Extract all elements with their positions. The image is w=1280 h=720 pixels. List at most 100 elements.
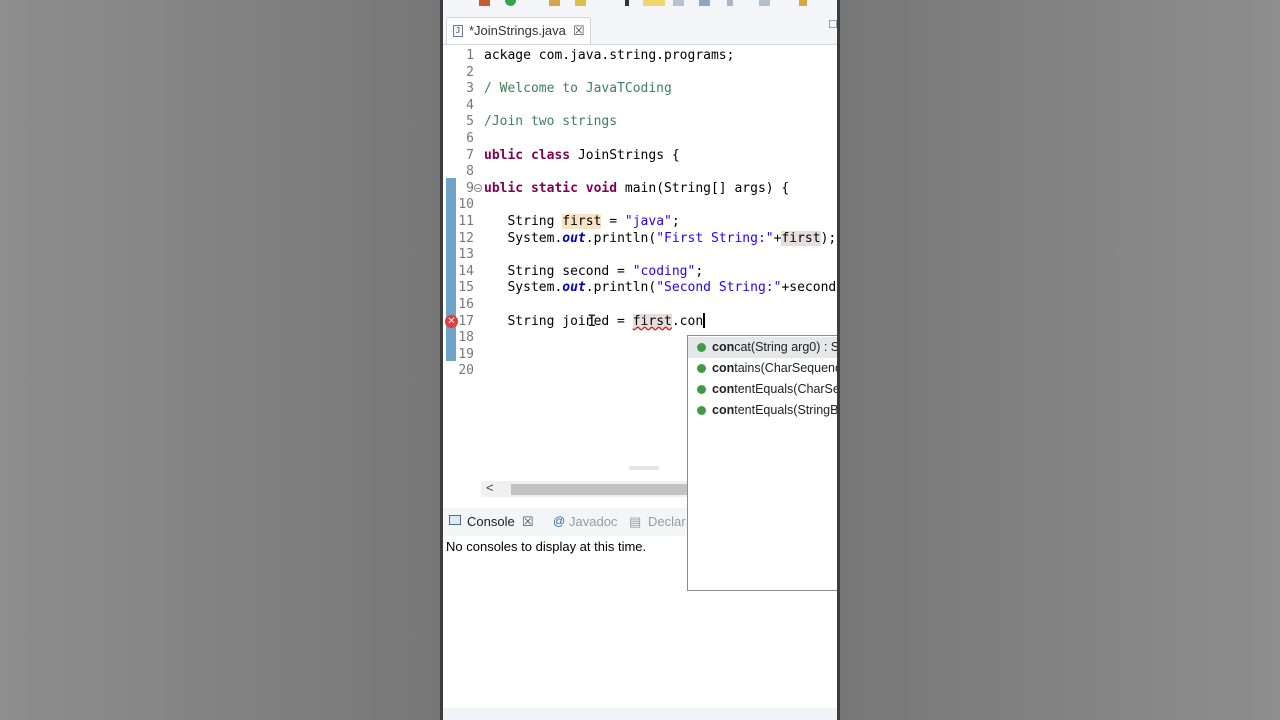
line-number: 7 — [466, 147, 474, 163]
completion-rest: tains(CharSequence — [734, 361, 840, 375]
line-number: 8 — [466, 164, 474, 180]
main-toolbar — [443, 0, 837, 15]
code-text: /Join two strings — [484, 113, 617, 130]
text-caret — [703, 312, 706, 328]
code-token: main(String[] args) { — [624, 180, 790, 196]
tab-joinstrings-java[interactable]: J *JoinStrings.java ☒ — [446, 17, 591, 44]
code-token: .con — [671, 313, 704, 329]
code-line[interactable]: 2 — [443, 64, 837, 81]
close-icon[interactable]: ☒ — [522, 514, 534, 530]
tab-javadoc[interactable]: Javadoc — [569, 514, 617, 529]
line-number: 1 — [466, 48, 474, 63]
code-line[interactable]: 11 String first = "java"; — [443, 213, 837, 230]
line-number: 19 — [458, 346, 474, 362]
code-text: / Welcome to JavaTCoding — [484, 80, 672, 97]
code-line[interactable]: 15 System.out.println("Second String:"+s… — [443, 279, 837, 296]
code-token: out — [562, 280, 586, 296]
completion-match: con — [712, 382, 735, 396]
code-token: JoinStrings { — [577, 147, 680, 163]
minimize-icon[interactable] — [829, 20, 837, 28]
popup-footer: P — [839, 576, 840, 588]
line-number: 16 — [458, 297, 474, 312]
error-icon[interactable]: ✕ — [445, 314, 458, 328]
code-line[interactable]: 7 ublic class JoinStrings { — [443, 147, 837, 164]
line-number: 14 — [458, 263, 474, 279]
code-line[interactable]: 1 ackage com.java.string.programs; — [443, 47, 837, 64]
code-line[interactable]: 13 — [443, 246, 837, 263]
editor-tabbar: J *JoinStrings.java ☒ — [443, 14, 837, 45]
code-text: System.out.println("First String:"+first… — [484, 230, 836, 247]
back-icon[interactable] — [759, 0, 770, 6]
right-background — [840, 0, 1280, 720]
line-number: 10 — [458, 197, 474, 213]
completion-item[interactable]: concat(String arg0) : S — [688, 337, 840, 358]
pin-icon[interactable] — [727, 0, 733, 6]
code-line[interactable]: 3 / Welcome to JavaTCoding — [443, 80, 837, 97]
run-icon[interactable] — [505, 0, 516, 6]
fold-collapse-icon[interactable]: − — [474, 183, 482, 192]
line-number: 5 — [466, 114, 474, 130]
code-text: ackage com.java.string.programs; — [484, 47, 734, 64]
close-icon[interactable]: ☒ — [573, 23, 585, 39]
code-token: ; — [695, 263, 704, 279]
code-text: ublic static void main(String[] args) { — [484, 180, 789, 197]
open-folder-icon[interactable] — [549, 0, 560, 6]
code-token: .println( — [585, 280, 657, 296]
code-line[interactable]: 14 String second = "coding"; — [443, 263, 837, 280]
line-number: 13 — [458, 247, 474, 263]
perspective-icon[interactable] — [799, 0, 807, 6]
tab-console[interactable]: Console — [467, 514, 515, 529]
code-line[interactable]: 4 — [443, 97, 837, 114]
completion-match: con — [712, 403, 735, 417]
code-token: / Welcome to JavaTCoding — [484, 81, 672, 97]
line-number: 11 — [458, 214, 474, 229]
next-annotation-icon[interactable] — [625, 0, 629, 6]
tab-declaration[interactable]: Declar — [648, 514, 686, 529]
code-token: /Join two strings — [484, 114, 618, 130]
completion-label: contentEquals(CharSe — [712, 379, 837, 400]
public-method-icon — [697, 385, 706, 394]
scroll-left-icon[interactable]: < — [486, 480, 494, 495]
code-token: first — [632, 313, 672, 329]
task-icon[interactable] — [699, 0, 710, 6]
overview-marker — [629, 466, 659, 470]
console-icon — [449, 515, 461, 525]
code-line[interactable]: 12 System.out.println("First String:"+fi… — [443, 230, 837, 247]
line-number: 20 — [458, 363, 474, 379]
code-line[interactable]: 5/Join two strings — [443, 113, 837, 130]
code-line[interactable]: 16 — [443, 296, 837, 313]
code-token: System. — [484, 230, 563, 246]
code-token: first — [562, 214, 602, 229]
code-text: System.out.println("Second String:"+seco… — [484, 279, 840, 296]
completion-item[interactable]: contains(CharSequence — [688, 358, 840, 379]
debug-icon[interactable] — [479, 0, 490, 6]
completion-item[interactable]: contentEquals(CharSe — [688, 379, 837, 400]
search-icon[interactable] — [673, 0, 684, 6]
code-line[interactable]: 9− ublic static void main(String[] args) … — [443, 180, 837, 197]
code-line[interactable]: 17 ✕ String joined = first.con — [443, 312, 837, 330]
tab-title: *JoinStrings.java — [469, 23, 566, 38]
eclipse-window: J *JoinStrings.java ☒ 1 ackage com.java.s… — [440, 0, 840, 720]
code-token: out — [562, 230, 586, 246]
completion-rest: cat(String arg0) : S — [734, 340, 840, 354]
line-number: 18 — [458, 330, 474, 346]
completion-item[interactable]: contentEquals(StringB — [688, 400, 837, 421]
code-token: +second) — [781, 280, 840, 296]
highlight-icon[interactable] — [643, 0, 665, 6]
code-token: "java" — [624, 214, 672, 229]
completion-match: con — [712, 361, 735, 375]
content-assist-popup: concat(String arg0) : Scontains(CharSequ… — [687, 335, 840, 591]
line-number: 3 — [466, 81, 474, 97]
code-line[interactable]: 6 — [443, 130, 837, 147]
declaration-icon: ▤ — [629, 514, 642, 529]
code-token: "Second String:" — [656, 280, 782, 296]
code-token: ackage com.java.string.programs; — [484, 48, 735, 63]
new-wizard-icon[interactable] — [575, 0, 586, 6]
code-line[interactable]: 10 — [443, 196, 837, 213]
code-token: String — [484, 214, 563, 229]
code-token: ublic class — [484, 147, 578, 163]
line-number: 12 — [458, 230, 474, 246]
code-line[interactable]: 8 — [443, 163, 837, 180]
left-background — [0, 0, 440, 720]
code-text: String first = "java"; — [484, 213, 680, 230]
